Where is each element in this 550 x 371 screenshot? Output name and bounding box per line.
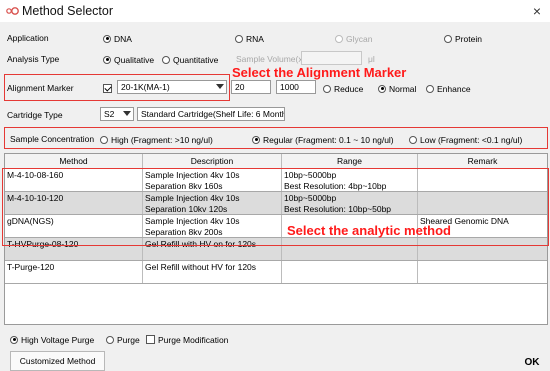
cartridge-description: Standard Cartridge(Shelf Life: 6 Months) <box>137 107 285 121</box>
mode-normal-radio[interactable]: Normal <box>378 82 416 95</box>
concentration-regular-radio[interactable]: Regular (Fragment: 0.1 ~ 10 ng/ul) <box>252 133 394 146</box>
radio-dot <box>103 55 111 64</box>
window-title: Method Selector <box>22 4 114 18</box>
method-highlight-box <box>2 168 549 246</box>
concentration-low-radio[interactable]: Low (Fragment: <0.1 ng/ul) <box>409 133 522 146</box>
radio-dot <box>235 34 243 43</box>
alignment-marker-checkbox[interactable] <box>103 82 112 94</box>
radio-dot <box>426 84 434 93</box>
column-header-range[interactable]: Range <box>282 154 418 169</box>
radio-dot <box>162 55 170 64</box>
table-row[interactable]: T-Purge-120 Gel Refill without HV for 12… <box>5 261 547 284</box>
radio-dot <box>335 34 343 43</box>
cartridge-type-dropdown[interactable]: S2 <box>100 107 134 121</box>
range-cell <box>282 261 418 283</box>
remark-cell <box>418 261 547 283</box>
cartridge-type-label: Cartridge Type <box>7 110 63 120</box>
checkmark-icon <box>103 84 112 94</box>
concentration-high-radio[interactable]: High (Fragment: >10 ng/ul) <box>100 133 213 146</box>
column-header-remark[interactable]: Remark <box>418 154 547 169</box>
radio-dot <box>252 135 260 144</box>
marker-low-input[interactable]: 20 <box>231 80 271 94</box>
radio-dot <box>103 34 111 43</box>
column-header-method[interactable]: Method <box>5 154 143 169</box>
alignment-marker-label: Alignment Marker <box>7 83 74 93</box>
column-header-description[interactable]: Description <box>143 154 282 169</box>
analysis-qualitative-radio[interactable]: Qualitative <box>103 53 154 66</box>
application-rna-radio[interactable]: RNA <box>235 32 264 45</box>
radio-dot <box>323 84 331 93</box>
radio-dot <box>444 34 452 43</box>
application-dna-radio[interactable]: DNA <box>103 32 132 45</box>
close-button[interactable]: × <box>528 2 546 20</box>
sample-concentration-label: Sample Concentration <box>10 134 95 144</box>
purge-radio[interactable]: Purge <box>106 333 140 346</box>
sample-volume-label: Sample Volume(x) : <box>236 54 311 64</box>
checkbox-box <box>146 335 155 345</box>
chevron-down-icon <box>216 84 224 89</box>
radio-dot <box>409 135 417 144</box>
method-cell: T-Purge-120 <box>5 261 143 283</box>
analysis-type-label: Analysis Type <box>7 54 60 64</box>
radio-dot <box>378 84 386 93</box>
radio-dot <box>100 135 108 144</box>
sample-volume-input[interactable] <box>301 51 362 65</box>
chevron-down-icon <box>123 111 131 116</box>
table-header: Method Description Range Remark <box>5 154 547 169</box>
alignment-marker-value: 20-1K(MA-1) <box>121 82 170 92</box>
app-logo-icon <box>6 7 19 15</box>
application-label: Application <box>7 33 49 43</box>
radio-dot <box>10 335 18 344</box>
marker-high-input[interactable]: 1000 <box>276 80 316 94</box>
customized-method-button[interactable]: Customized Method <box>10 351 105 371</box>
method-annotation: Select the analytic method <box>287 223 451 238</box>
description-cell: Gel Refill without HV for 120s <box>143 261 282 283</box>
alignment-marker-dropdown[interactable]: 20-1K(MA-1) <box>117 80 227 94</box>
purge-high-voltage-radio[interactable]: High Voltage Purge <box>10 333 94 346</box>
cartridge-type-value: S2 <box>104 109 115 119</box>
ok-button[interactable]: OK <box>520 357 544 369</box>
alignment-annotation: Select the Alignment Marker <box>232 65 407 80</box>
application-protein-radio[interactable]: Protein <box>444 32 482 45</box>
radio-dot <box>106 335 114 344</box>
sample-volume-unit: μl <box>368 54 375 64</box>
mode-enhance-radio[interactable]: Enhance <box>426 82 471 95</box>
analysis-quantitative-radio[interactable]: Quantitative <box>162 53 218 66</box>
application-glycan-radio[interactable]: Glycan <box>335 32 372 45</box>
purge-modification-checkbox[interactable]: Purge Modification <box>146 333 228 346</box>
mode-reduce-radio[interactable]: Reduce <box>323 82 363 95</box>
